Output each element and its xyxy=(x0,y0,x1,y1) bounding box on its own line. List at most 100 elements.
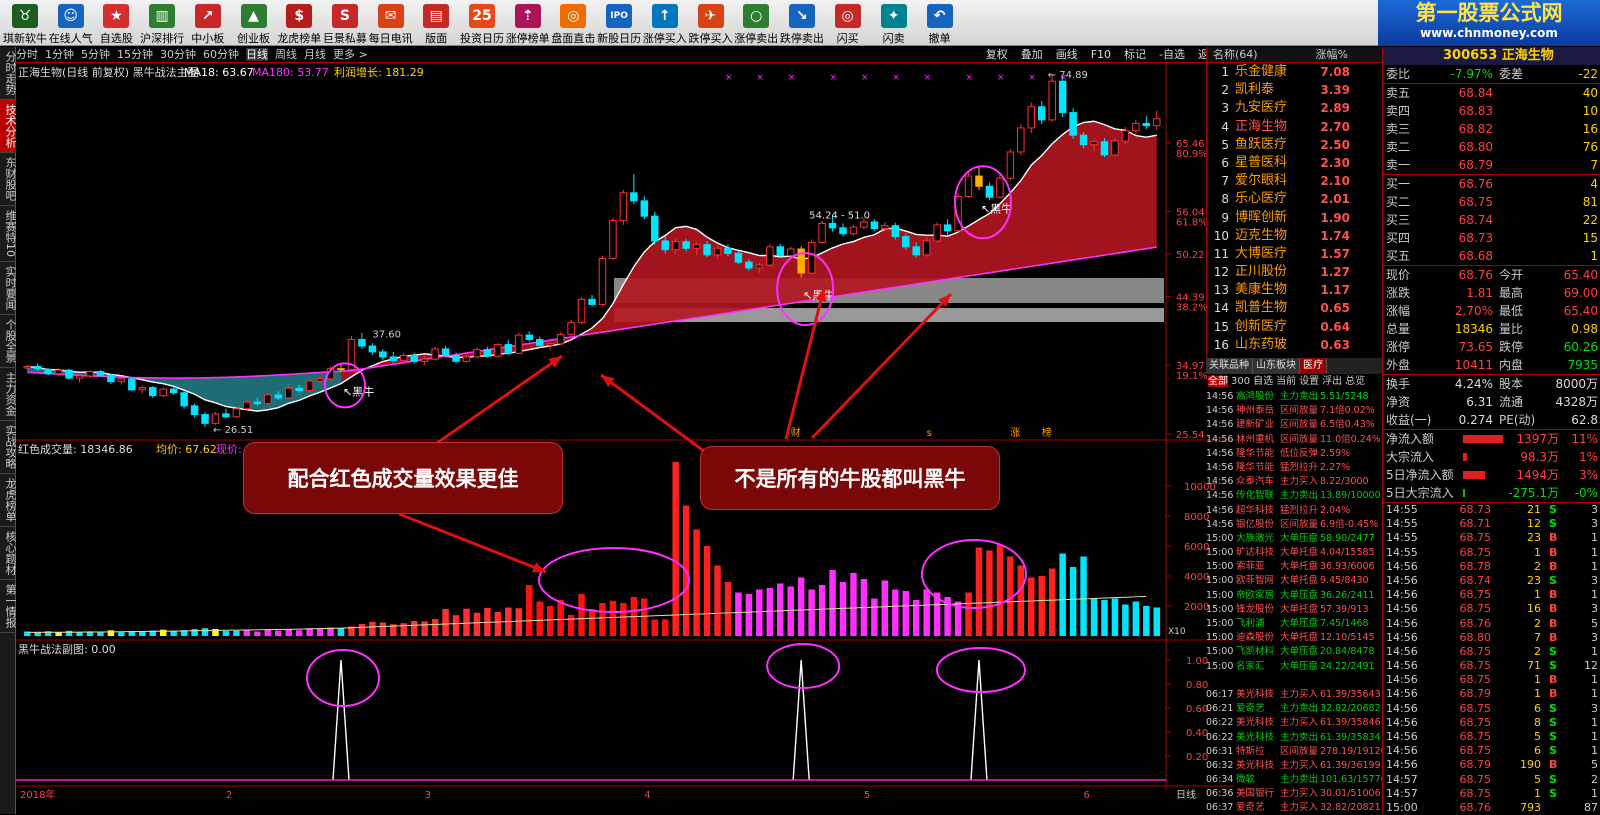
news-item[interactable]: 15:00 欧菲智网 大单托盘 9.45/8430 xyxy=(1206,574,1382,588)
left-tab-10[interactable]: 第一情报 xyxy=(0,580,17,633)
news-item[interactable]: 14:56 传化智联 主力卖出 13.89/10000 xyxy=(1206,489,1382,503)
stock-row[interactable]: 2 凯利泰 3.39 xyxy=(1207,81,1382,99)
news-item[interactable]: 14:56 林州重机 区间放量 11.0倍0.24% xyxy=(1206,433,1382,447)
news-item[interactable]: 06:34 微软 主力卖出 101.63/15776 xyxy=(1206,773,1382,787)
news-item[interactable]: 14:56 超华科技 猛烈拉升 2.04% xyxy=(1206,504,1382,518)
left-tab-5[interactable]: 个股全景 xyxy=(0,315,17,368)
period-0[interactable]: 分时 xyxy=(16,48,38,61)
stock-row[interactable]: 1 乐金健康 7.08 xyxy=(1207,63,1382,81)
stock-row[interactable]: 9 博晖创新 1.90 xyxy=(1207,209,1382,227)
filter-4[interactable]: 设置 xyxy=(1299,376,1319,387)
period-5[interactable]: 60分钟 xyxy=(203,48,239,61)
period-8[interactable]: 月线 xyxy=(304,48,326,61)
toolbar-button-4[interactable]: ↗ 中小板 xyxy=(185,2,231,46)
news-item[interactable]: 06:17 美光科技 主力买入 61.39/35643 xyxy=(1206,688,1382,702)
left-tab-6[interactable]: 主力资金 xyxy=(0,368,17,421)
toolbar-button-8[interactable]: ✉ 每日电讯 xyxy=(368,2,414,46)
stock-row[interactable]: 14 凯普生物 0.65 xyxy=(1207,299,1382,317)
toolbar-button-15[interactable]: ✈ 跌停买入 xyxy=(688,2,734,46)
stock-row[interactable]: 15 创新医疗 0.64 xyxy=(1207,318,1382,336)
chart-btn-0[interactable]: 复权 xyxy=(986,47,1008,63)
news-item[interactable]: 06:37 爱奇艺 主力买入 32.82/20821 xyxy=(1206,801,1382,814)
stock-row[interactable]: 11 大博医疗 1.57 xyxy=(1207,245,1382,263)
news-item[interactable]: 06:22 美光科技 主力买入 61.39/35846 xyxy=(1206,716,1382,730)
news-item[interactable]: 06:32 美光科技 主力买入 61.39/36199 xyxy=(1206,759,1382,773)
toolbar-button-9[interactable]: ▤ 版面 xyxy=(413,2,459,46)
toolbar-button-16[interactable]: ○ 涨停卖出 xyxy=(733,2,779,46)
news-item[interactable]: 06:36 美国银行 主力买入 30.01/51006 xyxy=(1206,787,1382,801)
news-item[interactable]: 15:00 旷达科技 大单托盘 4.04/15585 xyxy=(1206,546,1382,560)
news-item[interactable]: 14:56 众泰汽车 主力买入 8.22/3000 xyxy=(1206,475,1382,489)
news-item[interactable] xyxy=(1206,674,1382,688)
chart-btn-4[interactable]: 标记 xyxy=(1124,47,1146,63)
stock-row[interactable]: 3 九安医疗 2.89 xyxy=(1207,99,1382,117)
news-item[interactable]: 06:22 美光科技 主力卖出 61.39/35834 xyxy=(1206,731,1382,745)
chart-btn-5[interactable]: -自选 xyxy=(1159,47,1185,63)
filter-1[interactable]: 300 xyxy=(1231,376,1250,387)
news-item[interactable]: 15:00 帝欧家居 大单压盘 36.26/2411 xyxy=(1206,589,1382,603)
period-7[interactable]: 周线 xyxy=(275,48,297,61)
filter-5[interactable]: 浮出 xyxy=(1322,376,1342,387)
left-tab-4[interactable]: 实时要闻 xyxy=(0,262,17,315)
news-item[interactable]: 15:00 飞凯材料 大单压盘 20.84/8478 xyxy=(1206,645,1382,659)
related-tab-2[interactable]: 医疗 xyxy=(1300,358,1327,374)
news-item[interactable]: 15:00 索菲亚 大单托盘 36.93/6006 xyxy=(1206,560,1382,574)
stock-row[interactable]: 4 正海生物 2.70 xyxy=(1207,118,1382,136)
toolbar-button-19[interactable]: ✦ 闪卖 xyxy=(871,2,917,46)
toolbar-button-13[interactable]: IPO 新股日历 xyxy=(596,2,642,46)
stock-row[interactable]: 12 正川股份 1.27 xyxy=(1207,263,1382,281)
news-item[interactable]: 14:56 隆华节能 低位反弹 2.59% xyxy=(1206,447,1382,461)
left-tab-1[interactable]: 技术分析 xyxy=(0,100,17,153)
toolbar-button-7[interactable]: S 巨景私募 xyxy=(322,2,368,46)
filter-6[interactable]: 总览 xyxy=(1345,376,1365,387)
left-tab-3[interactable]: 维赛特10 xyxy=(0,206,17,262)
left-tab-0[interactable]: 分时走势 xyxy=(0,47,17,100)
toolbar-button-14[interactable]: ↑ 涨停买入 xyxy=(642,2,688,46)
toolbar-button-6[interactable]: $ 龙虎榜单 xyxy=(276,2,322,46)
toolbar-button-2[interactable]: ★ 自选股 xyxy=(93,2,139,46)
period-2[interactable]: 5分钟 xyxy=(81,48,110,61)
toolbar-button-18[interactable]: ◎ 闪买 xyxy=(825,2,871,46)
chart-btn-1[interactable]: 叠加 xyxy=(1021,47,1043,63)
toolbar-button-5[interactable]: ▲ 创业板 xyxy=(231,2,277,46)
filter-2[interactable]: 自选 xyxy=(1253,376,1273,387)
toolbar-button-11[interactable]: ⇡ 涨停榜单 xyxy=(505,2,551,46)
toolbar-button-17[interactable]: ↘ 跌停卖出 xyxy=(779,2,825,46)
period-6[interactable]: 日线 xyxy=(246,48,268,61)
toolbar-button-0[interactable]: ♉ 琪新软牛 xyxy=(2,2,48,46)
stock-row[interactable]: 16 山东药玻 0.63 xyxy=(1207,336,1382,354)
news-item[interactable]: 15:00 迪森股份 大单托盘 12.10/5145 xyxy=(1206,631,1382,645)
stock-row[interactable]: 13 美康生物 1.17 xyxy=(1207,281,1382,299)
news-item[interactable]: 14:56 银亿股份 区间放量 6.9倍-0.45% xyxy=(1206,518,1382,532)
left-tab-8[interactable]: 龙虎榜单 xyxy=(0,474,17,527)
chart-btn-3[interactable]: F10 xyxy=(1091,47,1111,63)
kline-chart-area[interactable]: 正海生物(日线 前复权) 黑牛战法主图MA18: 63.67MA180: 53.… xyxy=(16,64,1234,814)
toolbar-button-3[interactable]: ▥ 沪深排行 xyxy=(139,2,185,46)
news-item[interactable]: 14:56 高鸿股份 主力卖出 5.51/5248 xyxy=(1206,390,1382,404)
period-3[interactable]: 15分钟 xyxy=(117,48,153,61)
news-item[interactable]: 14:56 隆华节能 猛烈拉升 2.27% xyxy=(1206,461,1382,475)
filter-3[interactable]: 当前 xyxy=(1276,376,1296,387)
chart-btn-2[interactable]: 画线 xyxy=(1056,47,1078,63)
left-tab-9[interactable]: 核心题材 xyxy=(0,527,17,580)
period-9[interactable]: 更多 > xyxy=(333,48,368,61)
news-item[interactable]: 15:00 名家汇 大单压盘 24.22/2491 xyxy=(1206,660,1382,674)
period-4[interactable]: 30分钟 xyxy=(160,48,196,61)
news-item[interactable]: 06:21 爱奇艺 主力卖出 32.82/20682 xyxy=(1206,702,1382,716)
stock-row[interactable]: 10 迈克生物 1.74 xyxy=(1207,227,1382,245)
news-item[interactable]: 15:00 锋龙股份 大单托盘 57.39/913 xyxy=(1206,603,1382,617)
toolbar-button-12[interactable]: ◎ 盘面直击 xyxy=(550,2,596,46)
related-tab-1[interactable]: 山东板块 xyxy=(1253,358,1300,374)
news-item[interactable]: 14:56 建新矿业 区间放量 6.5倍0.43% xyxy=(1206,418,1382,432)
related-tab-0[interactable]: 关联品种 xyxy=(1206,358,1253,374)
stock-row[interactable]: 8 乐心医疗 2.01 xyxy=(1207,190,1382,208)
left-tab-7[interactable]: 实战攻略 xyxy=(0,421,17,474)
news-item[interactable]: 15:00 飞利浦 大单压盘 7.45/1468 xyxy=(1206,617,1382,631)
filter-0[interactable]: 全部 xyxy=(1208,376,1228,387)
stock-row[interactable]: 7 爱尔眼科 2.10 xyxy=(1207,172,1382,190)
period-1[interactable]: 1分钟 xyxy=(45,48,74,61)
left-tab-2[interactable]: 东财股吧 xyxy=(0,153,17,206)
stock-row[interactable]: 6 星普医科 2.30 xyxy=(1207,154,1382,172)
news-item[interactable]: 06:31 特斯拉 区间放量 278.19/19120 xyxy=(1206,745,1382,759)
toolbar-button-10[interactable]: 25 投资日历 xyxy=(459,2,505,46)
